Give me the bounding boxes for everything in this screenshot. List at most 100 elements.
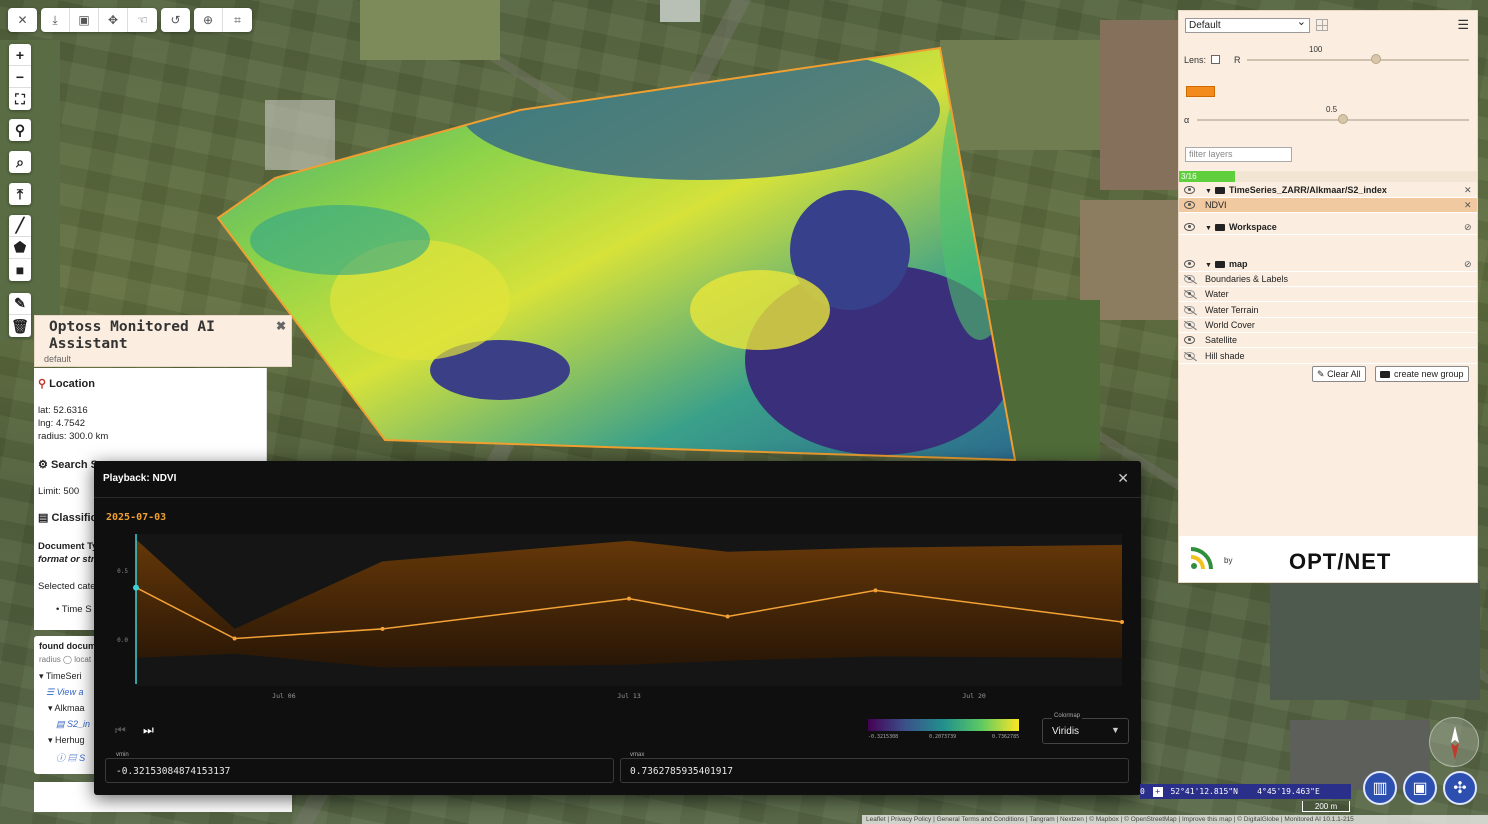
data-point: [1120, 620, 1124, 625]
zoom-out-icon[interactable]: −: [9, 66, 31, 88]
network-icon[interactable]: ✣: [1443, 771, 1477, 805]
info-icon: ⓘ: [56, 753, 66, 763]
draw-line-icon[interactable]: ╱: [9, 215, 31, 237]
tree-item-view[interactable]: ☰ View a: [46, 687, 83, 698]
close-icon[interactable]: ✖: [276, 319, 286, 333]
history-icon[interactable]: ↺: [161, 8, 190, 32]
hide-all-icon[interactable]: ⊘: [1464, 220, 1472, 235]
radius-toggle[interactable]: radius ◯ locat: [39, 655, 91, 664]
move-icon[interactable]: ✥: [99, 8, 128, 32]
layer-row[interactable]: World Cover: [1179, 318, 1477, 333]
eye-icon[interactable]: [1184, 186, 1195, 194]
layer-label: Water: [1205, 287, 1229, 302]
layer-row[interactable]: Satellite: [1179, 333, 1477, 348]
layer-name: Water: [1205, 289, 1229, 299]
eye-icon[interactable]: [1184, 223, 1195, 231]
tree-item-timeseries[interactable]: ▾ TimeSeri: [39, 671, 82, 682]
r-slider-knob[interactable]: [1370, 54, 1381, 64]
video-icon[interactable]: ▣: [70, 8, 99, 32]
layer-row[interactable]: NDVI ✕: [1179, 198, 1477, 213]
fullscreen-icon[interactable]: ⛶: [9, 88, 31, 110]
eye-off-icon[interactable]: [1184, 290, 1195, 298]
layer-progress: 3/16: [1179, 171, 1235, 182]
trash-icon[interactable]: 🗑: [9, 315, 31, 337]
preset-select[interactable]: Default: [1185, 16, 1310, 33]
top-toolbar: ✕ ⤓ ▣ ✥ ☜ ↺ ⊕ ⌗: [8, 8, 252, 32]
edit-icon[interactable]: ✎: [9, 293, 31, 315]
classification-heading: ▤ Classific: [38, 511, 97, 524]
layer-row[interactable]: Water Terrain: [1179, 303, 1477, 318]
limit-label: Limit:: [38, 486, 64, 497]
location-heading-label: Location: [49, 378, 95, 390]
layer-row[interactable]: ▼ map ⊘: [1179, 257, 1477, 272]
colorbar-min: -0.3215308: [868, 734, 899, 740]
folder-icon: [1214, 187, 1225, 194]
time-series-label: Time S: [61, 604, 92, 615]
ndvi-timeseries-chart[interactable]: 0.5 0.0 Jul 06 Jul 13 Jul 20: [106, 534, 1128, 709]
clear-all-button[interactable]: ✎ Clear All: [1312, 366, 1366, 382]
location-pin-icon[interactable]: ⚲: [9, 119, 31, 141]
search-heading: ⚙ Search S: [38, 458, 98, 471]
zoom-select-icon[interactable]: ⌕: [9, 151, 31, 173]
limit-value[interactable]: 500: [63, 486, 79, 497]
tree-item-s[interactable]: ⓘ ▤ S: [56, 751, 85, 764]
layer-row[interactable]: ▼ TimeSeries_ZARR/Alkmaar/S2_index ✕: [1179, 183, 1477, 198]
zoom-in-icon[interactable]: +: [9, 44, 31, 66]
download-icon[interactable]: ⤓: [41, 8, 70, 32]
eye-icon[interactable]: [1184, 201, 1195, 209]
r-slider-track[interactable]: [1247, 59, 1469, 61]
remove-icon[interactable]: ✕: [1464, 183, 1472, 198]
eye-icon[interactable]: [1184, 336, 1195, 344]
eye-off-icon[interactable]: [1184, 306, 1195, 314]
eye-off-icon[interactable]: [1184, 275, 1195, 283]
fit-frame-icon[interactable]: ⌗: [223, 8, 252, 32]
lens-checkbox[interactable]: [1211, 55, 1220, 64]
eye-off-icon[interactable]: [1184, 352, 1195, 360]
remove-icon[interactable]: ✕: [1464, 198, 1472, 213]
tree-label: View a: [56, 687, 84, 697]
draw-polygon-icon[interactable]: ⬟: [9, 237, 31, 259]
layer-row[interactable]: ▼ Workspace ⊘: [1179, 220, 1477, 235]
save-icon[interactable]: ▣: [1403, 771, 1437, 805]
grid-icon[interactable]: [1316, 19, 1328, 31]
layer-name: Hill shade: [1205, 351, 1245, 361]
tree-item-herhugowaard[interactable]: ▾ Herhug: [48, 735, 85, 746]
hamburger-menu-icon[interactable]: ☰: [1457, 17, 1469, 33]
eye-off-icon[interactable]: [1184, 321, 1195, 329]
layers-panel: Default ☰ Lens: R 100 α 0.5 filter layer…: [1178, 10, 1478, 583]
alpha-slider-knob[interactable]: [1338, 114, 1348, 124]
skip-back-icon[interactable]: ⏮: [115, 723, 126, 738]
collapse-up-icon[interactable]: ⤒: [9, 183, 31, 205]
circle-plus-icon[interactable]: ⊕: [194, 8, 223, 32]
close-icon[interactable]: ✕: [1117, 470, 1129, 487]
tree-item-s2-index[interactable]: ▤ S2_in: [56, 719, 90, 730]
layer-row[interactable]: Hill shade: [1179, 349, 1477, 364]
eraser-icon[interactable]: ✕: [8, 8, 37, 32]
tree-item-alkmaar[interactable]: ▾ Alkmaa: [48, 703, 85, 714]
zoom-select-control: ⌕: [9, 151, 31, 173]
layer-label: NDVI: [1205, 198, 1227, 213]
eye-icon[interactable]: [1184, 260, 1195, 268]
caret-down-icon[interactable]: ▼: [1205, 258, 1212, 273]
create-group-button[interactable]: create new group: [1375, 366, 1469, 382]
vmax-value: 0.7362785935401917: [630, 766, 733, 777]
compass-icon[interactable]: [1429, 717, 1479, 767]
playback-modal: Playback: NDVI ✕ 2025-07-03 0.5 0.0 Jul 06…: [94, 461, 1141, 795]
time-series-item[interactable]: • Time S: [56, 604, 92, 615]
caret-down-icon[interactable]: ▼: [1205, 184, 1212, 199]
plus-icon[interactable]: +: [1152, 787, 1163, 797]
filter-layers-input[interactable]: filter layers: [1185, 147, 1292, 162]
skip-forward-icon[interactable]: ⏭: [143, 723, 154, 738]
lens-color-swatch[interactable]: [1186, 86, 1215, 97]
book-icon[interactable]: ▥: [1363, 771, 1397, 805]
layer-row[interactable]: Water: [1179, 287, 1477, 302]
alpha-slider-track[interactable]: [1197, 119, 1469, 121]
draw-rectangle-icon[interactable]: ■: [9, 259, 31, 281]
caret-down-icon: ▾: [48, 703, 53, 713]
layer-row[interactable]: Boundaries & Labels: [1179, 272, 1477, 287]
x-tick-label: Jul 06: [272, 692, 296, 700]
hide-all-icon[interactable]: ⊘: [1464, 257, 1472, 272]
hand-icon[interactable]: ☜: [128, 8, 157, 32]
caret-down-icon[interactable]: ▼: [1205, 221, 1212, 236]
locate-control: ⚲: [9, 119, 31, 141]
